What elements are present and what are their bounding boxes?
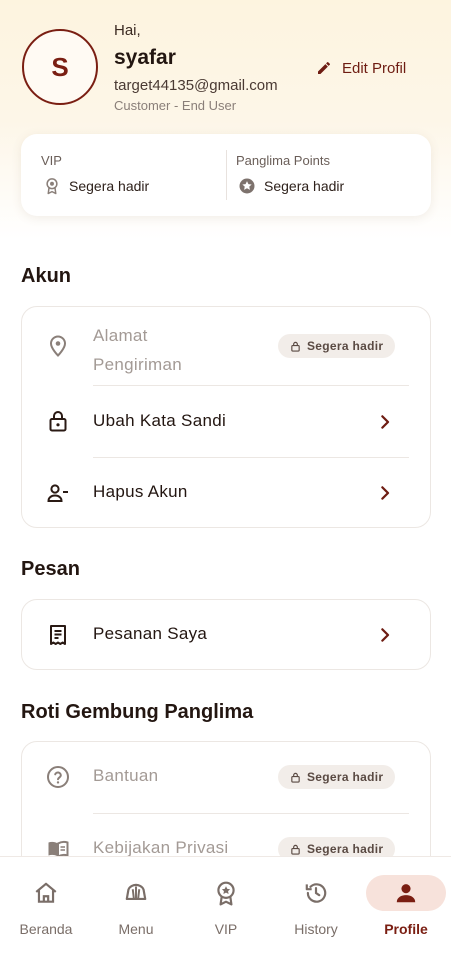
section-title-roti-gembung-panglima: Roti Gembung Panglima xyxy=(21,701,254,723)
medal-icon xyxy=(46,178,58,195)
edit-profile-label: Edit Profil xyxy=(342,59,407,77)
vip-label: VIP xyxy=(41,153,62,168)
bread-icon xyxy=(96,875,176,911)
history-icon xyxy=(276,875,356,911)
greeting-text: Hai, xyxy=(114,22,141,39)
badge-label: Segera hadir xyxy=(307,770,384,784)
nav-item-profile[interactable]: Profile xyxy=(366,867,446,943)
location-pin-icon xyxy=(46,334,70,358)
nav-label: VIP xyxy=(214,921,238,937)
badge-icon xyxy=(186,875,266,911)
nav-item-history[interactable]: History xyxy=(276,867,356,943)
points-value: Segera hadir xyxy=(264,178,345,194)
menu-item-bantuan[interactable]: Bantuan Segera hadir xyxy=(22,742,430,813)
account-card: Alamat Pengiriman Segera hadir Ubah Kata… xyxy=(21,306,431,528)
chevron-right-icon xyxy=(376,484,394,502)
coming-soon-badge: Segera hadir xyxy=(278,334,396,358)
badge-label: Segera hadir xyxy=(307,842,384,856)
menu-item-kebijakan-privasi[interactable]: Kebijakan Privasi Segera hadir xyxy=(22,814,430,856)
profile-header: S Hai, syafar target44135@gmail.com Cust… xyxy=(0,0,451,140)
points-value-row: Segera hadir xyxy=(238,177,344,195)
menu-item-alamat-pengiriman[interactable]: Alamat Pengiriman Segera hadir xyxy=(22,307,430,385)
edit-profile-button[interactable]: Edit Profil xyxy=(316,58,406,78)
star-icon xyxy=(239,178,255,194)
lock-icon xyxy=(46,409,70,433)
user-name: syafar xyxy=(114,46,176,69)
section-title-pesan: Pesan xyxy=(21,558,80,580)
bottom-navigation: Beranda Menu VIP History Profile xyxy=(0,856,451,954)
pencil-icon xyxy=(318,62,330,74)
messages-card: Pesanan Saya xyxy=(21,599,431,670)
nav-label: History xyxy=(294,921,338,937)
profile-page: S Hai, syafar target44135@gmail.com Cust… xyxy=(0,0,451,856)
brand-card: Bantuan Segera hadir Kebijakan Privasi S… xyxy=(21,741,431,856)
badge-label: Segera hadir xyxy=(307,339,384,353)
receipt-icon xyxy=(46,623,70,647)
menu-item-label: Pesanan Saya xyxy=(93,624,208,643)
home-icon xyxy=(6,875,86,911)
avatar: S xyxy=(22,29,98,105)
menu-item-label: Hapus Akun xyxy=(93,482,188,501)
nav-label: Menu xyxy=(118,921,154,937)
user-role: Customer - End User xyxy=(114,98,237,113)
lock-small-icon xyxy=(291,341,300,352)
stats-divider xyxy=(226,150,227,200)
menu-item-label: Kebijakan Privasi xyxy=(93,838,229,856)
book-icon xyxy=(46,837,70,856)
user-email: target44135@gmail.com xyxy=(114,77,278,94)
coming-soon-badge: Segera hadir xyxy=(278,837,396,856)
lock-small-icon xyxy=(291,844,300,855)
stats-card: VIP Segera hadir Panglima Points Segera … xyxy=(21,134,431,216)
chevron-right-icon xyxy=(376,626,394,644)
person-icon xyxy=(366,875,446,911)
lock-small-icon xyxy=(291,772,300,783)
coming-soon-badge: Segera hadir xyxy=(278,765,396,789)
vip-value: Segera hadir xyxy=(69,178,150,194)
nav-label: Profile xyxy=(384,921,428,937)
points-label: Panglima Points xyxy=(236,153,330,168)
nav-item-menu[interactable]: Menu xyxy=(96,867,176,943)
nav-item-beranda[interactable]: Beranda xyxy=(6,867,86,943)
help-icon xyxy=(46,765,70,789)
menu-item-hapus-akun[interactable]: Hapus Akun xyxy=(22,458,430,528)
nav-label: Beranda xyxy=(19,921,73,937)
menu-item-label: Ubah Kata Sandi xyxy=(93,411,227,430)
menu-item-label: Bantuan xyxy=(93,766,159,785)
nav-item-vip[interactable]: VIP xyxy=(186,867,266,943)
menu-item-ubah-kata-sandi[interactable]: Ubah Kata Sandi xyxy=(22,386,430,457)
chevron-right-icon xyxy=(376,413,394,431)
vip-value-row: Segera hadir xyxy=(43,177,149,195)
remove-user-icon xyxy=(46,481,70,505)
menu-item-pesanan-saya[interactable]: Pesanan Saya xyxy=(22,600,430,669)
section-title-akun: Akun xyxy=(21,265,71,287)
menu-item-label: Alamat Pengiriman xyxy=(93,326,182,374)
